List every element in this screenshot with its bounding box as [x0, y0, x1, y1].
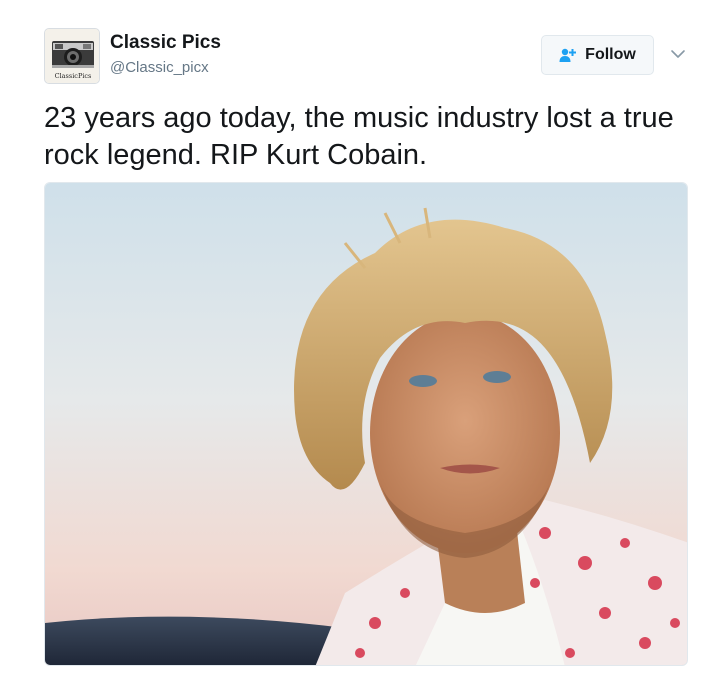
tweet-header: ClassicPics Classic Pics @Classic_picx F…	[44, 28, 694, 84]
add-user-icon	[559, 47, 577, 63]
tweet-text: 23 years ago today, the music industry l…	[44, 102, 674, 171]
profile-avatar[interactable]: ClassicPics	[44, 28, 100, 84]
tweet-photo[interactable]	[44, 182, 688, 666]
display-name[interactable]: Classic Pics	[110, 32, 221, 54]
camera-icon: ClassicPics	[45, 29, 99, 83]
avatar-caption: ClassicPics	[55, 72, 92, 80]
portrait-photo	[45, 183, 687, 665]
username-handle[interactable]: @Classic_picx	[110, 59, 209, 76]
chevron-down-icon[interactable]	[670, 46, 686, 62]
follow-button[interactable]: Follow	[541, 35, 654, 75]
follow-button-label: Follow	[585, 46, 636, 63]
